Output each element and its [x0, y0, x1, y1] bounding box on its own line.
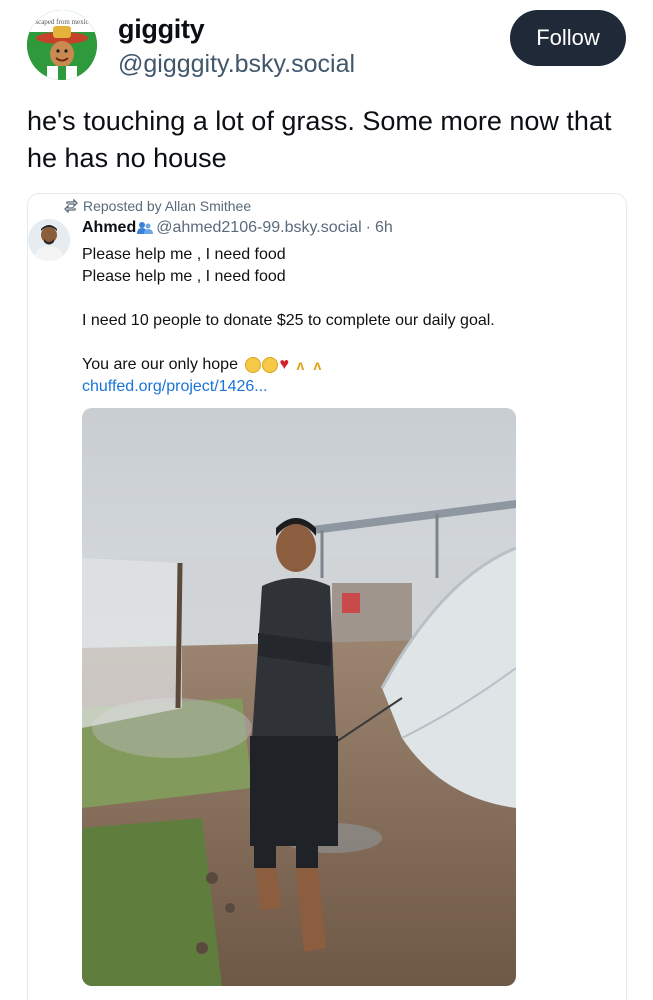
verified-people-icon: [137, 222, 154, 234]
inner-avatar: [28, 219, 70, 261]
inner-display-name: Ahmed: [82, 219, 137, 236]
inner-avatar-image: [28, 219, 70, 261]
embedded-screenshot[interactable]: Reposted by Allan Smithee Ahmed @ahmed21…: [27, 193, 627, 1000]
inner-timestamp: 6h: [374, 219, 393, 236]
avatar-image: scaped from mexic: [27, 10, 97, 80]
inner-line: Please help me , I need food: [82, 268, 286, 285]
pleading-face-emoji: [245, 356, 262, 373]
pleading-face-emoji: [262, 356, 279, 373]
author-avatar[interactable]: scaped from mexic: [27, 10, 97, 80]
repost-label: Reposted by Allan Smithee: [83, 198, 252, 214]
inner-line-hope: You are our only hope ♥ ʌ ʌ: [82, 354, 602, 376]
author-handle[interactable]: @gigggity.bsky.social: [118, 50, 355, 79]
praying-hands-emoji: ʌ: [313, 356, 322, 373]
repost-icon: [64, 199, 78, 213]
inner-handle: @ahmed2106-99.bsky.social: [156, 219, 362, 236]
post: scaped from mexic giggity @gigggity.bsky…: [0, 0, 653, 1000]
repost-line: Reposted by Allan Smithee: [64, 198, 251, 214]
photo-image: [82, 408, 516, 986]
broken-heart-emoji: ♥: [279, 355, 289, 373]
praying-hands-emoji: ʌ: [296, 356, 305, 373]
inner-line: You are our only hope: [82, 356, 238, 373]
inner-name-row: Ahmed @ahmed2106-99.bsky.social · 6h: [82, 219, 393, 237]
author-display-name[interactable]: giggity: [118, 14, 205, 45]
inner-link[interactable]: chuffed.org/project/1426...: [82, 376, 602, 398]
inner-post-body: Please help me , I need food Please help…: [82, 244, 602, 398]
inner-separator: ·: [365, 219, 371, 236]
inner-line: Please help me , I need food: [82, 246, 286, 263]
avatar-caption: scaped from mexic: [35, 18, 88, 26]
follow-button[interactable]: Follow: [510, 10, 626, 66]
post-photo[interactable]: [82, 408, 516, 986]
inner-line: I need 10 people to donate $25 to comple…: [82, 312, 495, 329]
emoji-group: ♥ ʌ ʌ: [245, 355, 329, 373]
post-text: he's touching a lot of grass. Some more …: [27, 106, 612, 173]
